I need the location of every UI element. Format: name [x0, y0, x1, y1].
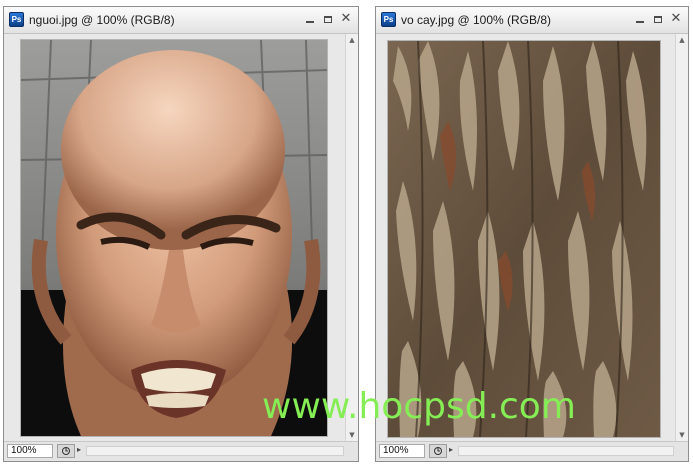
minimize-icon[interactable] — [632, 11, 648, 27]
window-titlebar[interactable]: Ps vo cay.jpg @ 100% (RGB/8) ✕ — [376, 7, 688, 34]
maximize-icon[interactable] — [650, 11, 666, 27]
status-arrow-icon[interactable]: ▸ — [77, 445, 81, 454]
face-photo — [21, 40, 327, 436]
image-canvas-face[interactable] — [21, 40, 327, 436]
scroll-up-icon[interactable]: ▲ — [346, 34, 358, 46]
horizontal-scrollbar[interactable] — [86, 446, 344, 456]
minimize-icon[interactable] — [302, 11, 318, 27]
scroll-up-icon[interactable]: ▲ — [676, 34, 688, 46]
bark-photo — [388, 41, 660, 437]
close-icon[interactable]: ✕ — [668, 11, 684, 27]
image-canvas-bark[interactable] — [388, 41, 660, 437]
watermark-text: www.hocpsd.com — [262, 386, 576, 427]
zoom-level-input[interactable]: 100% — [7, 444, 53, 458]
vertical-scrollbar[interactable]: ▲ ▼ — [345, 34, 358, 441]
status-arrow-icon[interactable]: ▸ — [449, 445, 453, 454]
window-titlebar[interactable]: Ps nguoi.jpg @ 100% (RGB/8) ✕ — [4, 7, 358, 34]
status-bar: 100% ▸ — [376, 441, 688, 461]
status-menu-icon[interactable] — [57, 444, 75, 458]
status-menu-icon[interactable] — [429, 444, 447, 458]
photoshop-icon: Ps — [381, 12, 396, 27]
window-title: vo cay.jpg @ 100% (RGB/8) — [401, 13, 552, 27]
maximize-icon[interactable] — [320, 11, 336, 27]
close-icon[interactable]: ✕ — [338, 11, 354, 27]
zoom-level-input[interactable]: 100% — [379, 444, 425, 458]
status-bar: 100% ▸ — [4, 441, 358, 461]
vertical-scrollbar[interactable]: ▲ ▼ — [675, 34, 688, 441]
scroll-down-icon[interactable]: ▼ — [676, 429, 688, 441]
window-title: nguoi.jpg @ 100% (RGB/8) — [29, 13, 175, 27]
scroll-down-icon[interactable]: ▼ — [346, 429, 358, 441]
photoshop-icon: Ps — [9, 12, 24, 27]
horizontal-scrollbar[interactable] — [458, 446, 674, 456]
